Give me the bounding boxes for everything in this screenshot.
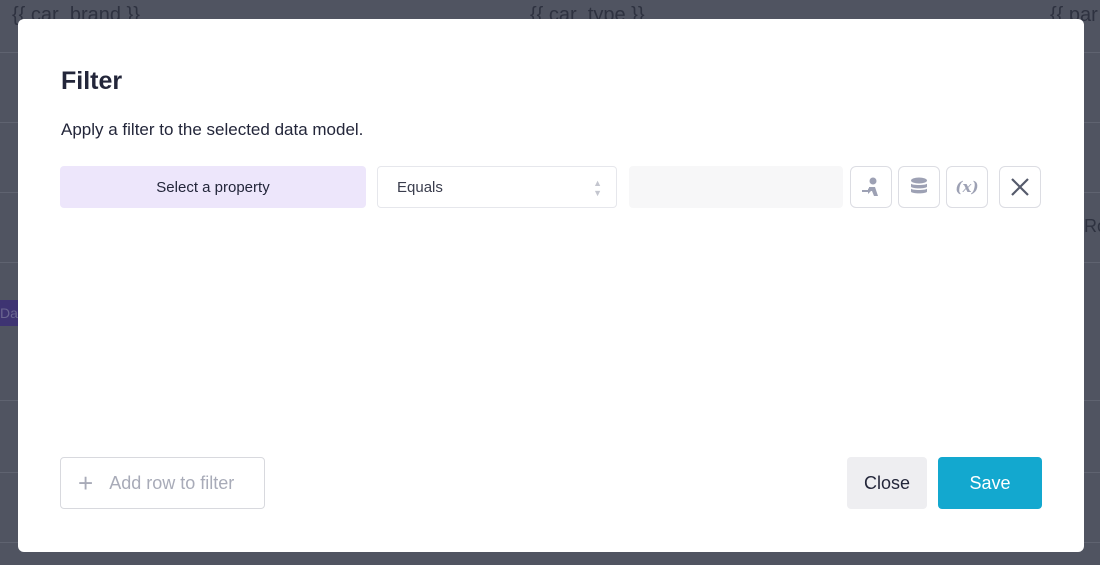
plus-icon: +	[78, 467, 94, 498]
modal-subtitle: Apply a filter to the selected data mode…	[61, 120, 364, 139]
user-input-button[interactable]	[850, 166, 892, 208]
modal-title: Filter	[61, 67, 123, 95]
add-row-label: Add row to filter	[109, 472, 235, 493]
filter-modal: Filter Apply a filter to the selected da…	[18, 19, 1084, 552]
database-icon	[911, 177, 927, 194]
close-icon	[1011, 178, 1029, 196]
save-button[interactable]: Save	[938, 457, 1042, 509]
add-row-button[interactable]: + Add row to filter	[60, 457, 265, 509]
close-button[interactable]: Close	[847, 457, 927, 509]
bg-text: Ro	[1084, 216, 1100, 236]
value-input[interactable]	[629, 166, 843, 208]
variable-button[interactable]: (x)	[946, 166, 988, 208]
user-input-icon	[862, 177, 878, 196]
remove-row-button[interactable]	[999, 166, 1041, 208]
variable-icon: (x)	[955, 178, 979, 196]
select-arrows-icon: ▲ ▼	[593, 178, 602, 198]
bg-badge: Da	[0, 300, 18, 326]
operator-value: Equals	[397, 178, 443, 196]
operator-select[interactable]: Equals ▲ ▼	[377, 166, 617, 208]
select-property-button[interactable]: Select a property	[60, 166, 366, 208]
database-button[interactable]	[898, 166, 940, 208]
